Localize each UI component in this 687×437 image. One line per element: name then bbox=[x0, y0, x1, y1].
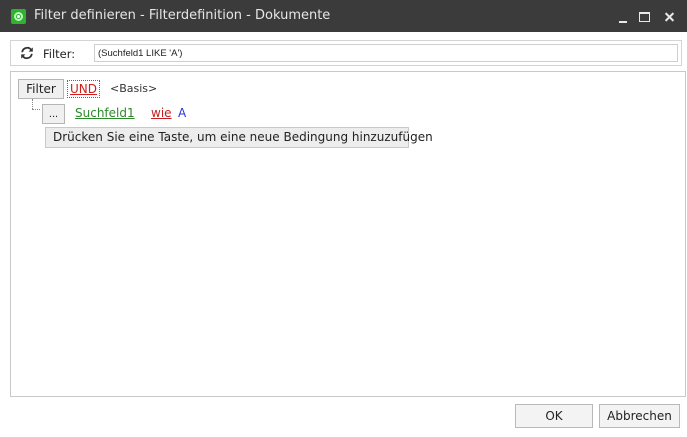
cancel-button[interactable]: Abbrechen bbox=[599, 404, 680, 428]
condition-field-link[interactable]: Suchfeld1 bbox=[75, 106, 135, 120]
tree-connector bbox=[32, 109, 40, 110]
group-target-label[interactable]: <Basis> bbox=[110, 82, 157, 95]
filter-label: Filter: bbox=[43, 47, 76, 61]
filter-root-button[interactable]: Filter bbox=[18, 79, 64, 99]
condition-menu-button[interactable]: ... bbox=[42, 104, 65, 124]
group-operator-link[interactable]: UND bbox=[67, 80, 100, 98]
refresh-icon[interactable] bbox=[19, 45, 35, 61]
window-title: Filter definieren - Filterdefinition - D… bbox=[34, 8, 331, 23]
filter-expression-field[interactable] bbox=[94, 44, 678, 62]
close-icon[interactable] bbox=[652, 0, 687, 32]
ok-button[interactable]: OK bbox=[515, 404, 593, 428]
filter-dialog: Filter definieren - Filterdefinition - D… bbox=[0, 0, 687, 437]
app-icon bbox=[11, 9, 26, 24]
condition-value-link[interactable]: A bbox=[178, 106, 186, 120]
add-condition-hint[interactable]: Drücken Sie eine Taste, um eine neue Bed… bbox=[45, 127, 433, 148]
condition-tree[interactable]: Filter UND <Basis> ... Suchfeld1 wie A D… bbox=[10, 71, 686, 397]
condition-operator-link[interactable]: wie bbox=[151, 106, 172, 120]
filter-expression-bar: Filter: bbox=[10, 40, 682, 66]
title-bar[interactable]: Filter definieren - Filterdefinition - D… bbox=[0, 0, 687, 32]
tree-connector bbox=[32, 99, 33, 109]
